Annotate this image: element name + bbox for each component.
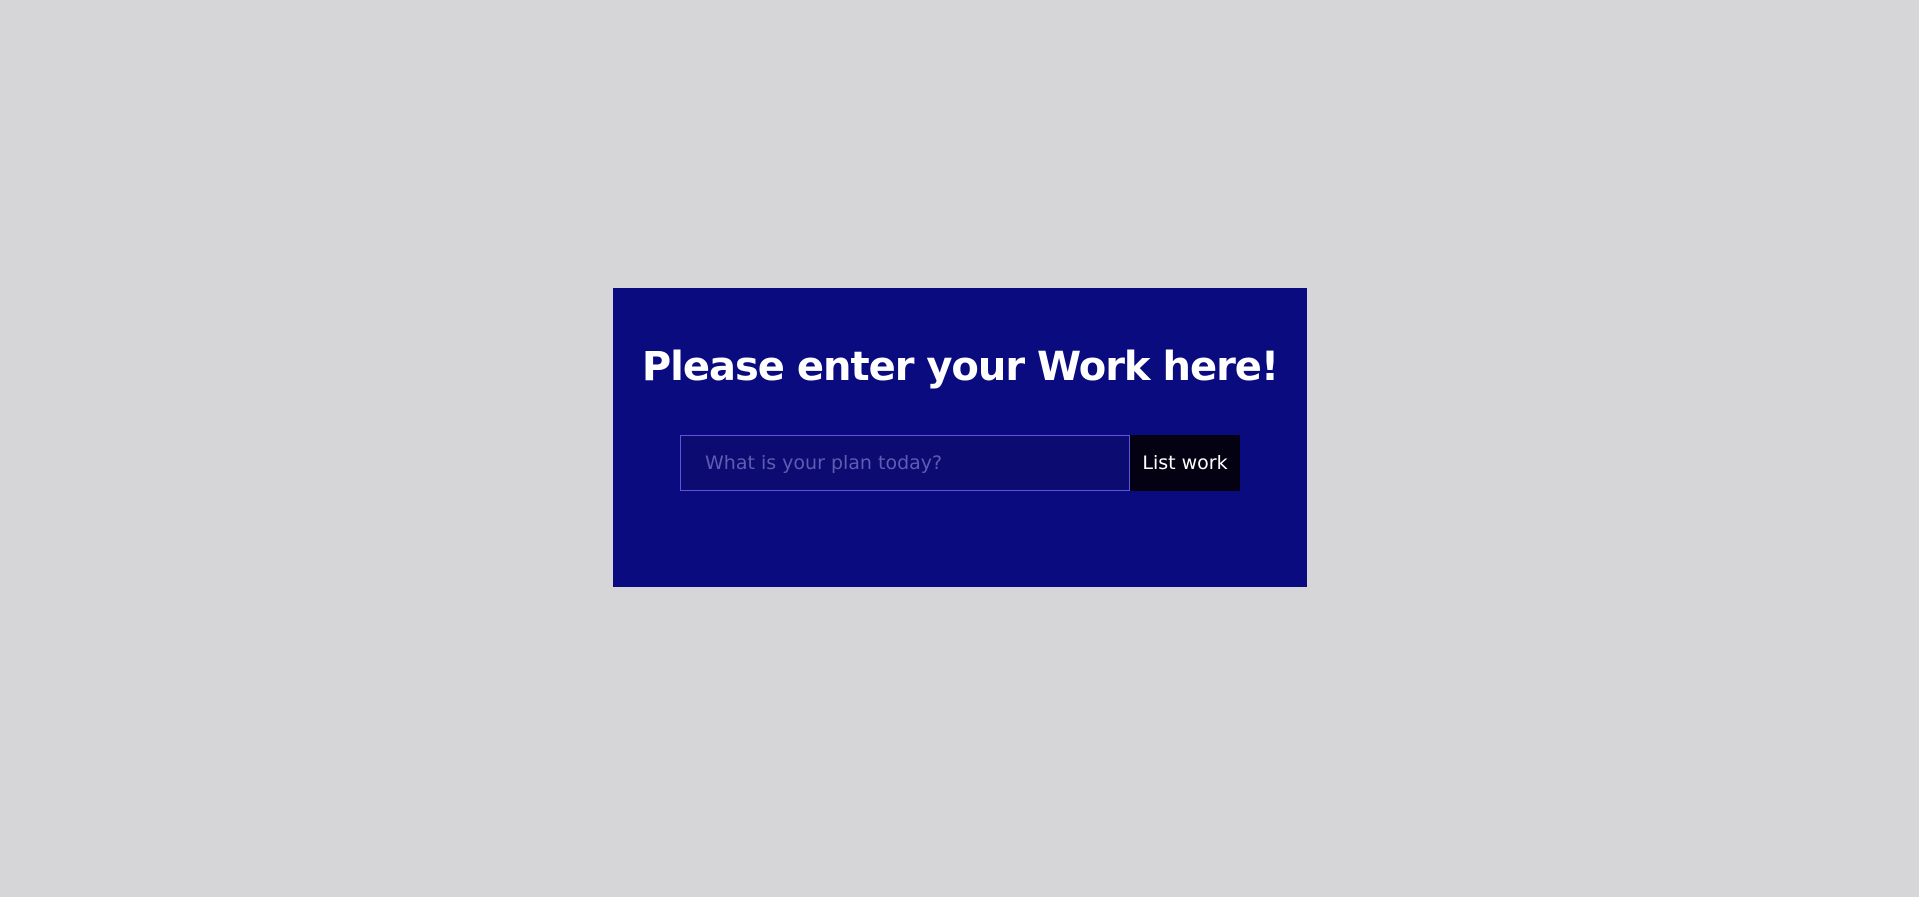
page-title: Please enter your Work here! bbox=[641, 344, 1279, 390]
task-form: List work bbox=[680, 435, 1240, 491]
task-input[interactable] bbox=[680, 435, 1130, 491]
todo-card: Please enter your Work here! List work bbox=[613, 288, 1307, 587]
list-work-button[interactable]: List work bbox=[1130, 435, 1240, 491]
